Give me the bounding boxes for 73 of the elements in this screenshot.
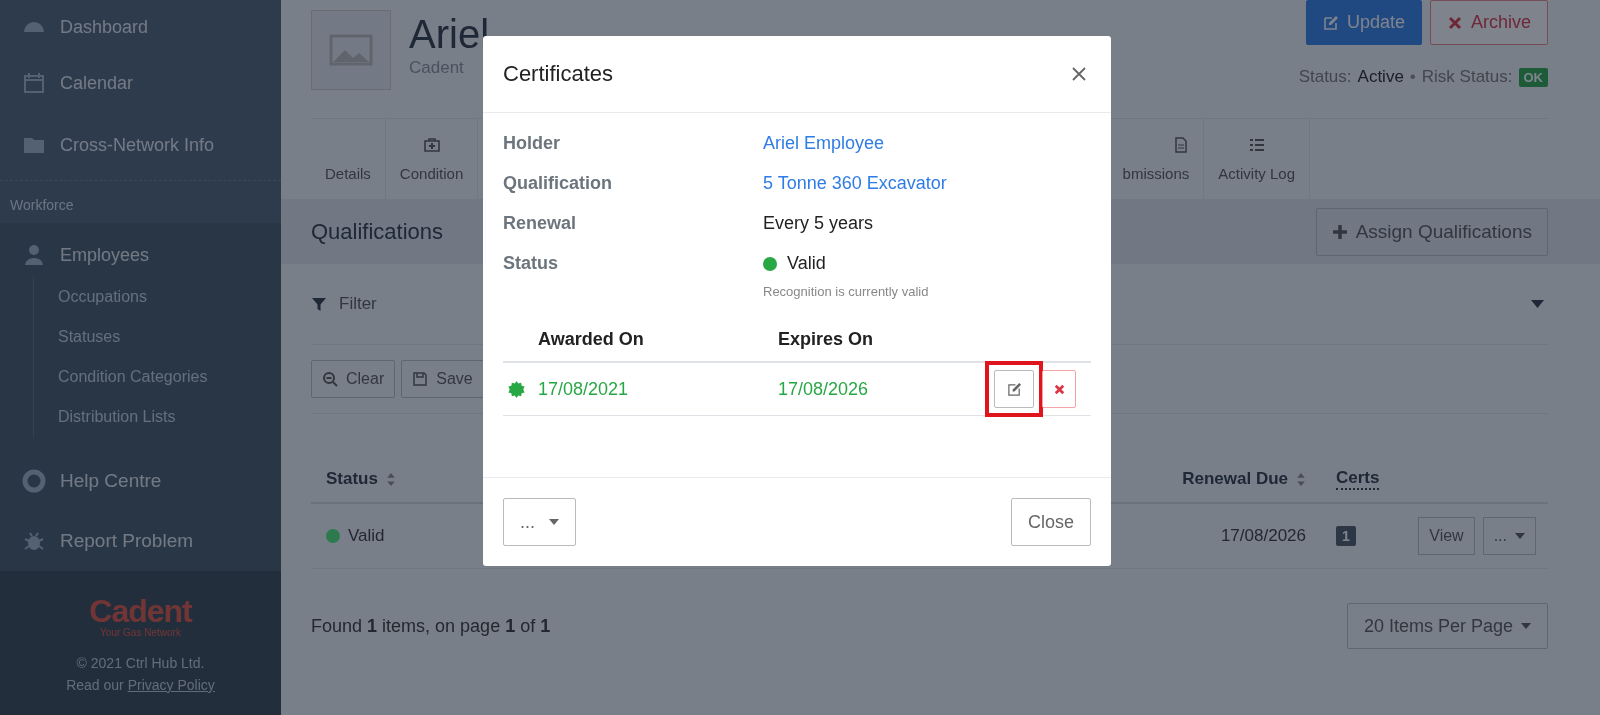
medkit-icon — [423, 136, 440, 153]
sidebar-subitem[interactable]: Condition Categories — [58, 357, 281, 397]
table-cell-text: 17/08/2026 — [1219, 526, 1307, 546]
sidebar-subitem[interactable]: Statuses — [58, 317, 281, 357]
field-label: Qualification — [503, 173, 613, 195]
sidebar-item[interactable]: Cross-Network Info — [0, 114, 281, 176]
copyright: © 2021 Ctrl Hub Ltd. — [76, 654, 205, 673]
edit-icon — [1006, 381, 1022, 397]
separator-dot: • — [1409, 67, 1416, 87]
user-icon — [22, 243, 46, 267]
sidebar-item[interactable]: Report Problem — [0, 511, 281, 571]
status-label: Status: — [1298, 67, 1352, 87]
field-value: Valid — [787, 253, 826, 274]
update-button[interactable]: Update — [1305, 0, 1422, 45]
more-dropdown[interactable]: ... — [1482, 517, 1536, 555]
field-value: Every 5 years — [763, 213, 874, 233]
plus-icon — [1331, 223, 1348, 240]
clear-button[interactable]: Clear — [311, 360, 396, 398]
brand-logo: Cadent — [89, 595, 192, 627]
view-button[interactable]: View — [1418, 517, 1475, 555]
column-header[interactable]: Certs — [1336, 468, 1380, 490]
employee-name: Ariel — [409, 11, 490, 58]
column-header[interactable]: Renewal Due — [1182, 469, 1288, 489]
privacy-text: Read our — [66, 677, 124, 693]
count-badge: 1 — [1336, 526, 1356, 546]
close-icon[interactable] — [1071, 66, 1087, 82]
calendar-icon — [22, 71, 46, 95]
filter-icon — [311, 296, 327, 312]
table-cell-text: 17/08/2021 — [538, 378, 630, 400]
page-size-dropdown[interactable]: 20 Items Per Page — [1346, 603, 1548, 649]
sidebar-item[interactable]: Help Centre — [0, 451, 281, 511]
caret-icon — [1515, 533, 1525, 539]
assign-button[interactable]: Assign Qualifications — [1315, 207, 1548, 256]
dialog-title: Certificates — [503, 61, 614, 87]
sidebar-item[interactable]: Dashboard — [0, 0, 281, 52]
cross-icon — [1446, 14, 1463, 31]
column-header[interactable]: Status — [326, 469, 378, 489]
sort-icon — [385, 471, 396, 487]
status-note: Recognition is currently valid — [763, 284, 929, 299]
delete-button[interactable] — [1042, 370, 1076, 408]
list-icon — [1248, 136, 1265, 153]
image-placeholder-icon — [311, 10, 391, 90]
table-cell-text: 17/08/2026 — [778, 378, 870, 400]
close-button[interactable]: Close — [1010, 498, 1091, 546]
risk-label: Risk Status: — [1421, 67, 1513, 87]
column-header: Awarded On — [538, 329, 645, 351]
table-cell: Valid — [348, 526, 385, 546]
sort-icon — [1296, 471, 1306, 487]
caret-icon — [1521, 623, 1531, 629]
risk-badge: OK — [1518, 67, 1548, 87]
field-label: Renewal — [503, 213, 578, 235]
status-value: Active — [1357, 67, 1404, 87]
brand-tagline: Your Gas Network — [100, 627, 181, 638]
field-label: Holder — [503, 133, 561, 155]
panel-title: Qualifications — [311, 218, 444, 245]
edit-button[interactable] — [994, 370, 1034, 408]
sidebar-subitem[interactable]: Distribution Lists — [58, 397, 281, 437]
edit-icon — [1322, 14, 1339, 31]
column-header: Expires On — [778, 329, 874, 351]
lifebuoy-icon — [22, 469, 46, 493]
document-icon — [1173, 136, 1190, 153]
field-label: Status — [503, 253, 559, 275]
archive-button[interactable]: Archive — [1429, 0, 1548, 45]
caret-icon — [1531, 300, 1544, 308]
field-link[interactable]: Ariel Employee — [763, 133, 885, 153]
save-icon — [412, 371, 429, 387]
field-link[interactable]: 5 Tonne 360 Excavator — [763, 173, 947, 193]
pagination-summary: Found 1 items, on page 1 of 1 — [311, 615, 551, 637]
privacy-link[interactable]: Privacy Policy — [127, 677, 215, 693]
caret-icon — [549, 519, 559, 525]
sidebar-item[interactable]: Calendar — [0, 52, 281, 114]
zoom-out-icon — [322, 371, 338, 387]
more-dropdown[interactable]: ... — [503, 498, 576, 546]
